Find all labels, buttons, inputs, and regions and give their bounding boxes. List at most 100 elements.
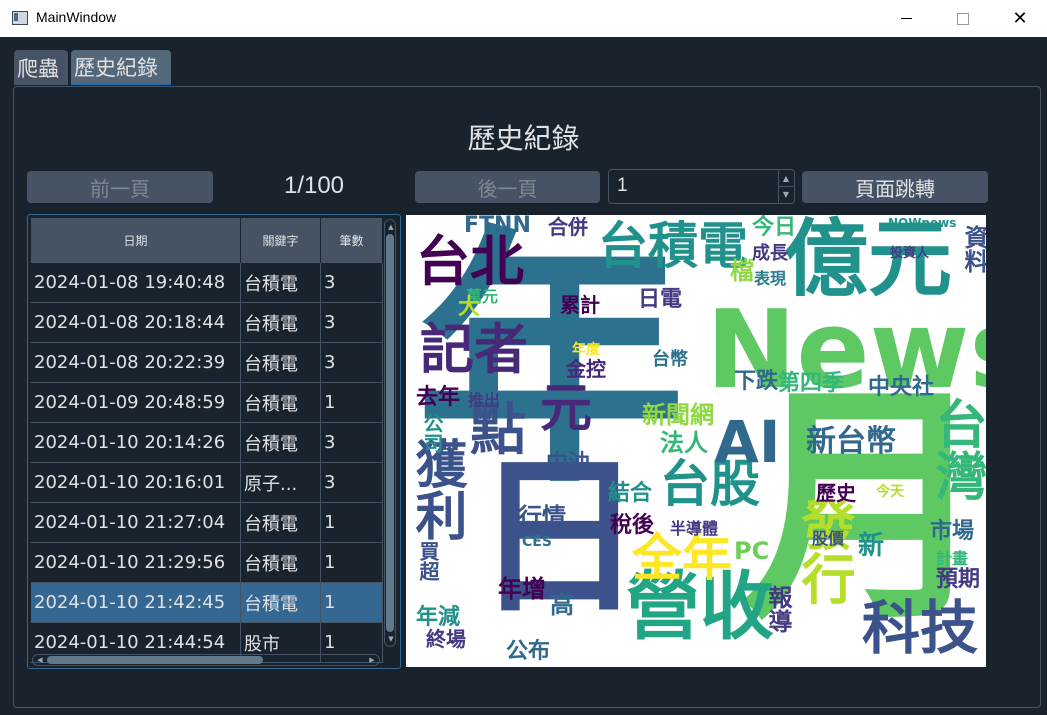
page-indicator: 1/100	[283, 172, 345, 199]
cell-count: 1	[321, 503, 383, 542]
cell-date: 2024-01-08 19:40:48	[31, 263, 241, 302]
word-cloud-word: 金控	[566, 357, 606, 381]
cell-date: 2024-01-09 20:48:59	[31, 383, 241, 422]
horizontal-scrollbar[interactable]: ◀ ▶	[32, 654, 380, 666]
horizontal-scroll-handle[interactable]	[47, 656, 263, 664]
word-cloud-word: 年度	[572, 342, 600, 358]
title-bar: MainWindow ✕	[0, 0, 1047, 37]
word-cloud-word: 科技	[862, 594, 979, 662]
close-button[interactable]: ✕	[997, 0, 1043, 37]
cell-keyword: 台積電	[241, 423, 321, 462]
scroll-down-arrow-icon[interactable]: ▼	[386, 634, 396, 644]
word-cloud-word: 日電	[638, 287, 683, 312]
next-page-button[interactable]: 後一頁	[415, 171, 600, 203]
close-icon: ✕	[1012, 8, 1028, 29]
window-title: MainWindow	[36, 9, 117, 25]
column-header-date[interactable]: 日期	[31, 218, 241, 263]
cell-keyword: 台積電	[241, 303, 321, 342]
maximize-button[interactable]	[940, 0, 986, 37]
table-row[interactable]: 2024-01-09 20:48:59 台積電 1	[31, 383, 383, 423]
column-header-count[interactable]: 筆數	[321, 218, 383, 263]
table-row[interactable]: 2024-01-10 20:16:01 原子... 3	[31, 463, 383, 503]
word-cloud-word: 計畫	[936, 549, 969, 568]
word-cloud-word: 今日	[752, 215, 797, 240]
table-row[interactable]: 2024-01-08 20:18:44 台積電 3	[31, 303, 383, 343]
jump-page-button[interactable]: 頁面跳轉	[802, 171, 988, 203]
cell-count: 3	[321, 423, 383, 462]
word-cloud-word: 大	[458, 295, 481, 320]
word-cloud-word: AI	[714, 408, 781, 476]
tab-crawler[interactable]: 爬蟲	[14, 50, 68, 85]
spin-down-arrow-icon[interactable]: ▼	[779, 187, 793, 202]
word-cloud-word: 累計	[560, 293, 600, 317]
cell-date: 2024-01-08 20:22:39	[31, 343, 241, 382]
column-header-keyword[interactable]: 關鍵字	[241, 218, 321, 263]
table-row[interactable]: 2024-01-10 20:14:26 台積電 3	[31, 423, 383, 463]
page-number-input[interactable]: 1	[617, 175, 628, 197]
word-cloud-word: 台灣	[926, 397, 986, 501]
word-cloud-word: 元	[540, 379, 593, 439]
word-cloud-word: 公司	[420, 413, 444, 453]
table-body: 2024-01-08 19:40:48 台積電 3 2024-01-08 20:18:…	[31, 263, 383, 663]
word-cloud-word: 去年	[416, 385, 461, 410]
table-row[interactable]: 2024-01-10 21:42:45 台積電 1	[31, 583, 383, 623]
word-cloud-word: 預期	[936, 567, 981, 592]
cell-keyword: 台積電	[241, 263, 321, 302]
word-cloud-word: 法人	[660, 429, 708, 457]
table-row[interactable]: 2024-01-08 19:40:48 台積電 3	[31, 263, 383, 303]
word-cloud-image: 年月News億元日台積電台北記者營收科技台股全年AI點元獲利發行台灣新台幣FTN…	[406, 215, 986, 667]
word-cloud-word: 結合	[608, 481, 653, 506]
table-row[interactable]: 2024-01-10 21:29:56 台積電 1	[31, 543, 383, 583]
word-cloud-word: 新台幣	[806, 424, 896, 459]
word-cloud-word: 台北	[416, 230, 524, 293]
cell-count: 3	[321, 263, 383, 302]
word-cloud-word: 成長	[752, 243, 788, 264]
cell-count: 1	[321, 383, 383, 422]
cell-date: 2024-01-10 20:14:26	[31, 423, 241, 462]
word-cloud-word: 第四季	[778, 371, 845, 396]
word-cloud-word: 全年	[632, 529, 732, 587]
word-cloud-word: 記者	[420, 318, 528, 381]
cell-keyword: 台積電	[241, 543, 321, 582]
page-number-spinbox[interactable]: 1 ▲ ▼	[608, 169, 795, 204]
cell-keyword: 原子...	[241, 463, 321, 502]
word-cloud-word: 點	[470, 398, 526, 463]
scroll-right-arrow-icon[interactable]: ▶	[367, 655, 377, 665]
word-cloud-word: 年增	[498, 575, 546, 603]
word-cloud-word: FTNN	[464, 215, 531, 238]
word-cloud-word: 投資人	[890, 246, 930, 261]
cell-date: 2024-01-10 21:42:45	[31, 583, 241, 622]
page-title: 歷史紀錄	[467, 122, 580, 155]
cell-date: 2024-01-10 21:27:04	[31, 503, 241, 542]
word-cloud-word: 稅後	[610, 513, 655, 538]
word-cloud-word: 歷史	[816, 481, 856, 505]
word-cloud-word: 半導體	[670, 519, 719, 538]
vertical-scrollbar[interactable]: ▲ ▼	[384, 219, 396, 647]
cell-count: 3	[321, 463, 383, 502]
word-cloud-word: 台積電	[598, 217, 748, 275]
word-cloud-word: 合併	[548, 215, 588, 239]
cell-date: 2024-01-08 20:18:44	[31, 303, 241, 342]
tab-history[interactable]: 歷史紀錄	[71, 50, 171, 85]
cell-keyword: 台積電	[241, 583, 321, 622]
table-row[interactable]: 2024-01-10 21:27:04 台積電 1	[31, 503, 383, 543]
word-cloud-word: 行情	[518, 503, 566, 531]
cell-count: 3	[321, 303, 383, 342]
cell-count: 1	[321, 543, 383, 582]
spin-up-arrow-icon[interactable]: ▲	[779, 171, 793, 187]
cell-date: 2024-01-10 21:29:56	[31, 543, 241, 582]
word-cloud-word: 今天	[876, 484, 904, 500]
word-cloud-word: 終場	[426, 627, 466, 651]
scroll-left-arrow-icon[interactable]: ◀	[35, 655, 45, 665]
table-row[interactable]: 2024-01-08 20:22:39 台積電 3	[31, 343, 383, 383]
vertical-scroll-handle[interactable]	[386, 234, 394, 632]
prev-page-button[interactable]: 前一頁	[27, 171, 213, 203]
word-cloud-word: 新聞網	[642, 401, 714, 429]
history-table[interactable]: 日期 關鍵字 筆數 2024-01-08 19:40:48 台積電 3 2024-01…	[27, 214, 401, 669]
minimize-button[interactable]	[883, 0, 929, 37]
word-cloud-word: 推出	[468, 391, 501, 410]
word-cloud-word: PC	[734, 537, 770, 565]
scroll-up-arrow-icon[interactable]: ▲	[386, 222, 396, 232]
word-cloud-word: 發行	[792, 497, 855, 605]
word-cloud-word: 新	[858, 531, 885, 561]
